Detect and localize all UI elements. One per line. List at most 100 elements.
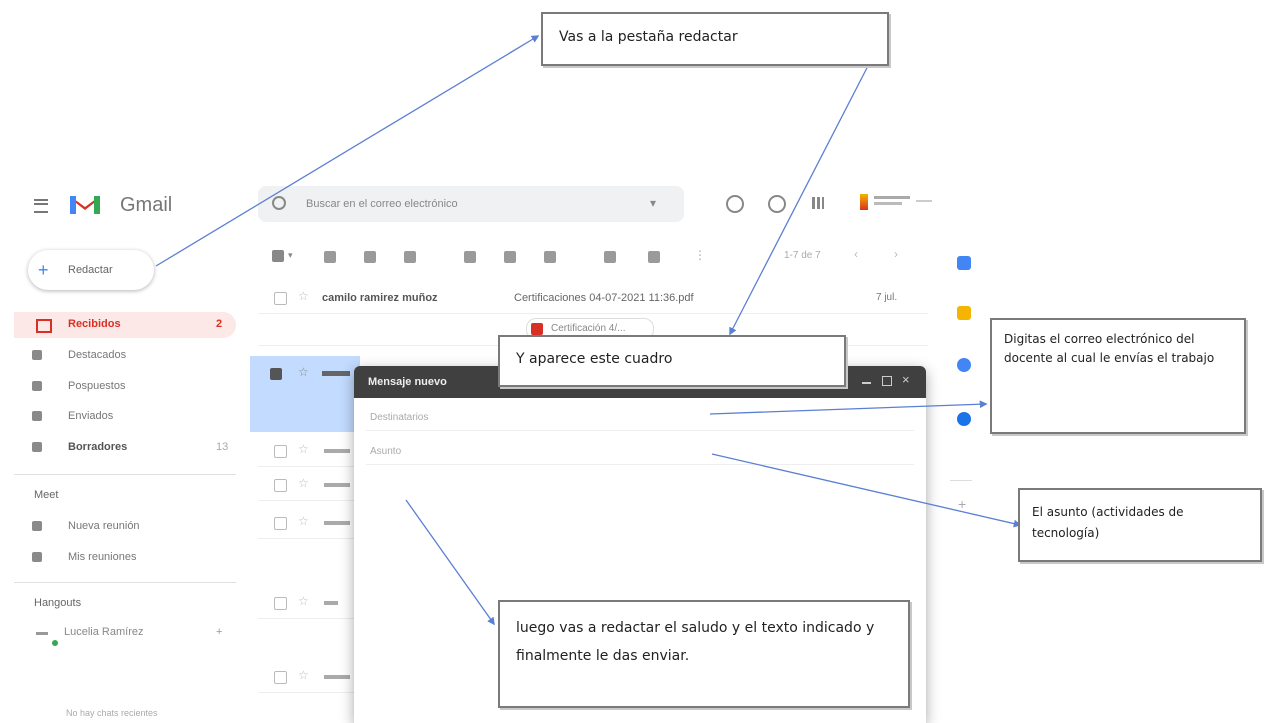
report-spam-icon[interactable] bbox=[364, 251, 376, 263]
table-row[interactable]: ☆ camilo ramirez muñoz Certificaciones 0… bbox=[258, 283, 928, 314]
row-sender-bar bbox=[324, 521, 350, 525]
star-icon[interactable]: ☆ bbox=[298, 476, 309, 490]
archive-icon[interactable] bbox=[324, 251, 336, 263]
callout-cuadro-text: Y aparece este cuadro bbox=[516, 351, 673, 367]
row-checkbox-checked[interactable] bbox=[270, 368, 282, 380]
search-icon[interactable] bbox=[272, 196, 286, 210]
row-sender-bar bbox=[324, 483, 350, 487]
table-row-selected[interactable]: ☆ bbox=[250, 356, 360, 432]
row-subject: Certificaciones 04-07-2021 11:36.pdf bbox=[514, 292, 694, 304]
move-to-icon[interactable] bbox=[604, 251, 616, 263]
side-panel-divider bbox=[950, 480, 972, 481]
pdf-icon bbox=[531, 323, 543, 335]
row-checkbox[interactable] bbox=[274, 479, 287, 492]
send-icon bbox=[32, 411, 42, 421]
nav-label-enviados: Enviados bbox=[68, 410, 114, 422]
menu-icon[interactable] bbox=[34, 199, 48, 213]
nav-item-borradores[interactable]: Borradores 13 bbox=[32, 441, 236, 455]
gmail-logo-text: Gmail bbox=[120, 194, 173, 216]
mark-read-icon[interactable] bbox=[464, 251, 476, 263]
gmail-logo-icon[interactable] bbox=[68, 192, 102, 216]
nav-label-destacados: Destacados bbox=[68, 349, 127, 361]
row-checkbox[interactable] bbox=[274, 445, 287, 458]
subject-field[interactable]: Asunto bbox=[366, 440, 914, 465]
search-options-icon[interactable]: ▾ bbox=[650, 196, 656, 210]
callout-cuadro: Y aparece este cuadro bbox=[498, 335, 846, 387]
star-icon bbox=[32, 350, 42, 360]
nav-item-enviados[interactable]: Enviados bbox=[32, 410, 236, 424]
row-checkbox[interactable] bbox=[274, 517, 287, 530]
star-icon[interactable]: ☆ bbox=[298, 668, 309, 682]
fullscreen-icon[interactable] bbox=[882, 376, 892, 386]
hangouts-user-name: Lucelia Ramírez bbox=[64, 626, 144, 638]
star-icon[interactable]: ☆ bbox=[298, 365, 309, 379]
account-badge[interactable] bbox=[860, 190, 940, 214]
callout-correo-text: Digitas el correo electrónico del docent… bbox=[1004, 332, 1215, 365]
clock-icon bbox=[32, 381, 42, 391]
table-row[interactable]: ☆ bbox=[258, 508, 358, 539]
select-dropdown-icon[interactable]: ▾ bbox=[288, 250, 293, 261]
delete-icon[interactable] bbox=[404, 251, 416, 263]
star-icon[interactable]: ☆ bbox=[298, 594, 309, 608]
prev-page-icon[interactable]: ‹ bbox=[854, 247, 858, 261]
arrow-to-callout-1 bbox=[155, 35, 540, 267]
nav-label-pospuestos: Pospuestos bbox=[68, 380, 126, 392]
minimize-icon[interactable] bbox=[862, 382, 871, 384]
search-bar[interactable]: Buscar en el correo electrónico ▾ bbox=[258, 186, 684, 222]
apps-icon[interactable] bbox=[812, 197, 824, 209]
row-checkbox[interactable] bbox=[274, 597, 287, 610]
table-row[interactable]: ☆ bbox=[258, 470, 358, 501]
add-task-icon[interactable] bbox=[544, 251, 556, 263]
presence-icon bbox=[52, 640, 58, 646]
callout-asunto: El asunto (actividades de tecnología) bbox=[1018, 488, 1262, 562]
row-sender-bar bbox=[324, 675, 350, 679]
nav-item-pospuestos[interactable]: Pospuestos bbox=[32, 380, 236, 394]
hangouts-user[interactable]: Lucelia Ramírez + bbox=[34, 624, 234, 646]
meet-my-meetings-label: Mis reuniones bbox=[68, 551, 137, 563]
hangouts-footer: No hay chats recientes bbox=[66, 708, 158, 718]
row-checkbox[interactable] bbox=[274, 292, 287, 305]
next-page-icon[interactable]: › bbox=[894, 247, 898, 261]
compose-plus-icon: + bbox=[38, 260, 49, 280]
table-row[interactable]: ☆ bbox=[258, 436, 358, 467]
search-input[interactable]: Buscar en el correo electrónico bbox=[306, 198, 458, 210]
label-icon[interactable] bbox=[648, 251, 660, 263]
star-icon[interactable]: ☆ bbox=[298, 514, 309, 528]
nav-item-recibidos[interactable]: Recibidos 2 bbox=[14, 312, 236, 338]
contacts-icon[interactable] bbox=[957, 412, 971, 426]
row-time: 7 jul. bbox=[876, 292, 898, 303]
star-icon[interactable]: ☆ bbox=[298, 289, 309, 303]
select-all-checkbox[interactable] bbox=[272, 250, 284, 262]
nav-label-recibidos: Recibidos bbox=[68, 318, 121, 330]
mail-toolbar: ▾ ⋮ 1-7 de 7 ‹ › bbox=[258, 242, 928, 272]
table-row[interactable]: ☆ bbox=[258, 588, 358, 619]
subject-placeholder: Asunto bbox=[370, 446, 402, 457]
recipients-field[interactable]: Destinatarios bbox=[366, 406, 914, 431]
table-row[interactable]: ☆ bbox=[258, 662, 358, 693]
sidebar-divider bbox=[14, 474, 236, 475]
compose-button[interactable]: + Redactar bbox=[28, 250, 154, 290]
row-checkbox[interactable] bbox=[274, 671, 287, 684]
tasks-icon[interactable] bbox=[957, 358, 971, 372]
calendar-icon[interactable] bbox=[957, 256, 971, 270]
nav-item-destacados[interactable]: Destacados bbox=[32, 349, 236, 363]
row-sender-bar bbox=[322, 371, 350, 376]
gmail-header: Gmail Buscar en el correo electrónico ▾ bbox=[0, 180, 990, 230]
close-icon[interactable]: × bbox=[902, 372, 910, 387]
settings-icon[interactable] bbox=[768, 195, 786, 213]
meet-new-meeting[interactable]: Nueva reunión bbox=[32, 520, 236, 534]
row-sender-bar bbox=[324, 449, 350, 453]
video-icon bbox=[32, 521, 42, 531]
keep-icon[interactable] bbox=[957, 306, 971, 320]
get-addons-icon[interactable]: + bbox=[958, 496, 966, 512]
sidebar-divider-2 bbox=[14, 582, 236, 583]
snooze-icon[interactable] bbox=[504, 251, 516, 263]
more-options-icon[interactable]: ⋮ bbox=[694, 248, 706, 262]
compose-label: Redactar bbox=[68, 264, 113, 276]
hangouts-add-icon[interactable]: + bbox=[216, 626, 222, 638]
meet-my-meetings[interactable]: Mis reuniones bbox=[32, 551, 236, 565]
callout-redactar-texto-text: luego vas a redactar el saludo y el text… bbox=[516, 620, 875, 664]
help-icon[interactable] bbox=[726, 195, 744, 213]
star-icon[interactable]: ☆ bbox=[298, 442, 309, 456]
avatar bbox=[36, 632, 48, 635]
